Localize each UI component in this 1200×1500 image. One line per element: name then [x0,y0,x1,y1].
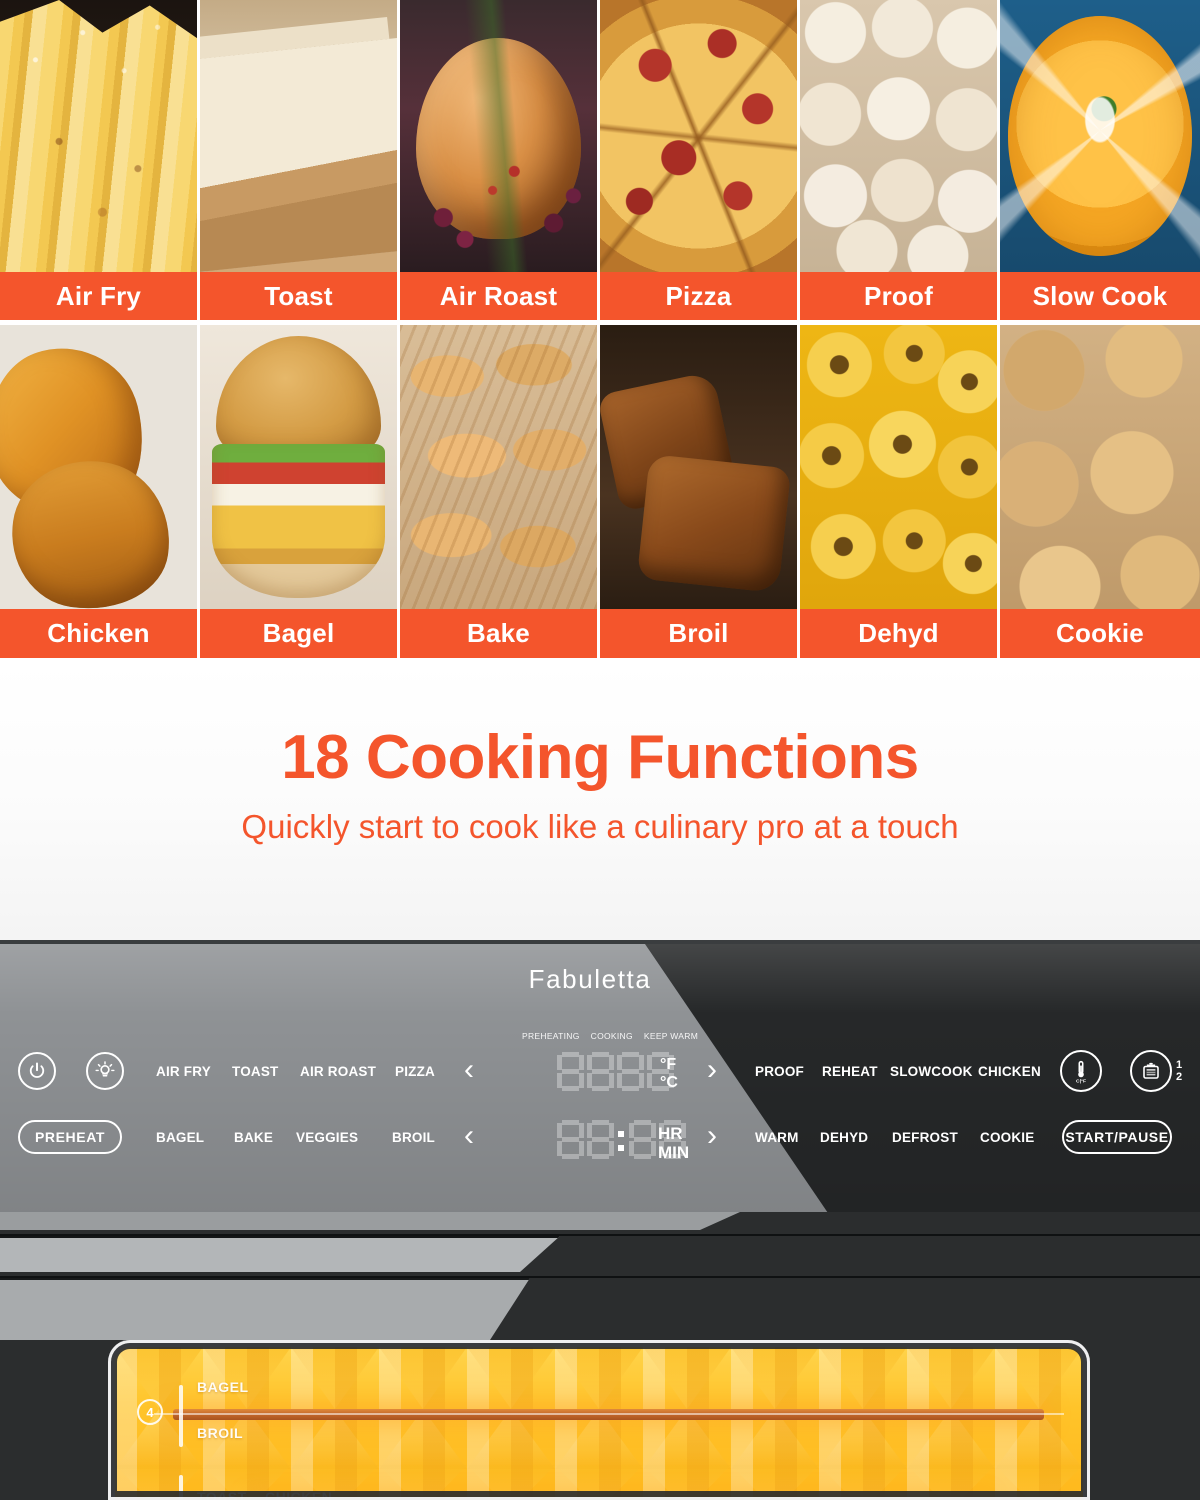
oven-door[interactable]: 4 BAGEL BROIL TOAST CHICKEN [108,1340,1090,1500]
function-button-air-fry[interactable]: AIR FRY [156,1064,211,1079]
function-button-broil[interactable]: BROIL [392,1130,435,1145]
rack-label-broil: BROIL [197,1425,244,1441]
time-unit-label: HR MIN [658,1124,690,1163]
temperature-display [557,1052,674,1092]
dehyd-photo [800,325,997,609]
function-tile-chicken[interactable]: Chicken [0,325,200,663]
chevron-left-icon-row1[interactable]: ‹ [464,1055,474,1085]
slow-cook-photo [1000,0,1200,272]
page-subtitle: Quickly start to cook like a culinary pr… [241,808,959,846]
rack-position-marker [179,1385,183,1447]
function-button-slowcook[interactable]: SLOWCOOK [890,1064,973,1079]
chevron-right-icon-row2[interactable]: › [707,1121,717,1151]
function-tile-broil[interactable]: Broil [600,325,800,663]
oven-trim-band-2 [0,1236,560,1272]
oven-handle-band [0,1278,530,1340]
function-label: Bagel [200,609,397,658]
headline-section: 18 Cooking Functions Quickly start to co… [0,663,1200,940]
function-label: Cookie [1000,609,1200,658]
function-tile-air-roast[interactable]: Air Roast [400,0,600,325]
function-tile-cookie[interactable]: Cookie [1000,325,1200,663]
function-tile-pizza[interactable]: Pizza [600,0,800,325]
function-label: Broil [600,609,797,658]
rack-guide-line [153,1413,1064,1415]
function-button-toast[interactable]: TOAST [232,1064,279,1079]
function-tile-bake[interactable]: Bake [400,325,600,663]
function-button-pizza[interactable]: PIZZA [395,1064,435,1079]
function-label: Slow Cook [1000,272,1200,320]
oven-interior-glow [115,1347,1083,1500]
light-button[interactable] [86,1052,124,1090]
function-label: Proof [800,272,997,320]
page-title: 18 Cooking Functions [281,723,919,792]
temp-unit-toggle-button[interactable]: C|°F [1060,1050,1102,1092]
function-button-reheat[interactable]: REHEAT [822,1064,878,1079]
power-icon [29,1062,45,1078]
function-tile-air-fry[interactable]: Air Fry [0,0,200,325]
rack-position-marker-2 [179,1475,183,1500]
status-cooking: COOKING [590,1031,633,1041]
function-label: Pizza [600,272,797,320]
preheat-button[interactable]: PREHEAT [18,1120,122,1154]
function-button-warm[interactable]: WARM [755,1130,799,1145]
function-label: Dehyd [800,609,997,658]
rack-level-button[interactable] [1130,1050,1172,1092]
function-tile-dehyd[interactable]: Dehyd [800,325,1000,663]
bake-photo [400,325,597,609]
function-label: Chicken [0,609,197,658]
function-tile-slow-cook[interactable]: Slow Cook [1000,0,1200,325]
time-colon [617,1120,626,1160]
function-tile-toast[interactable]: Toast [200,0,400,325]
chevron-left-icon-row2[interactable]: ‹ [464,1121,474,1151]
cookie-photo [1000,325,1200,609]
status-indicator-row: PREHEATING COOKING KEEP WARM [522,1031,698,1041]
function-label: Toast [200,272,397,320]
rack-level-badge: 4 [137,1399,163,1425]
start-pause-button[interactable]: START/PAUSE [1062,1120,1172,1154]
cooking-functions-grid: Air Fry Toast Air Roast Pizza Proof Slow… [0,0,1200,663]
oven-seam-1 [0,1234,1200,1236]
chicken-photo [0,325,197,609]
svg-text:C|°F: C|°F [1076,1078,1086,1084]
function-label: Air Roast [400,272,597,320]
function-button-dehyd[interactable]: DEHYD [820,1130,868,1145]
function-button-proof[interactable]: PROOF [755,1064,804,1079]
air-roast-photo [400,0,597,272]
oven-rack-icon [1143,1062,1159,1079]
light-bulb-icon [95,1061,115,1077]
function-button-bagel[interactable]: BAGEL [156,1130,204,1145]
function-tile-proof[interactable]: Proof [800,0,1000,325]
oven-seam-2 [0,1276,1200,1278]
function-button-air-roast[interactable]: AIR ROAST [300,1064,376,1079]
function-button-veggies[interactable]: VEGGIES [296,1130,358,1145]
broil-photo [600,325,797,609]
function-label: Bake [400,609,597,658]
brand-logo: Fabuletta [528,964,652,994]
power-button[interactable] [18,1052,56,1090]
status-preheating: PREHEATING [522,1031,580,1041]
function-button-defrost[interactable]: DEFROST [892,1130,958,1145]
oven-door-glass: 4 BAGEL BROIL TOAST CHICKEN [115,1347,1083,1500]
proof-photo [800,0,997,272]
product-feature-page: Air Fry Toast Air Roast Pizza Proof Slow… [0,0,1200,1500]
toast-photo [200,0,397,272]
rack-label-bagel: BAGEL [197,1379,249,1395]
function-button-chicken[interactable]: CHICKEN [978,1064,1041,1079]
bagel-photo [200,325,397,609]
air-fry-photo [0,0,197,272]
thermometer-icon: C|°F [1076,1060,1086,1084]
status-keep-warm: KEEP WARM [643,1031,699,1041]
function-label: Air Fry [0,272,197,320]
temperature-unit-label: °F °C [660,1056,678,1091]
pizza-photo [600,0,797,272]
chevron-right-icon-row1[interactable]: › [707,1055,717,1085]
function-button-cookie[interactable]: COOKIE [980,1130,1034,1145]
rack-level-indicators: 1 2 [1176,1059,1183,1083]
rack-label-toast: TOAST [197,1489,247,1500]
function-tile-bagel[interactable]: Bagel [200,325,400,663]
function-button-bake[interactable]: BAKE [234,1130,273,1145]
oven-trim-band-1 [0,1212,740,1230]
